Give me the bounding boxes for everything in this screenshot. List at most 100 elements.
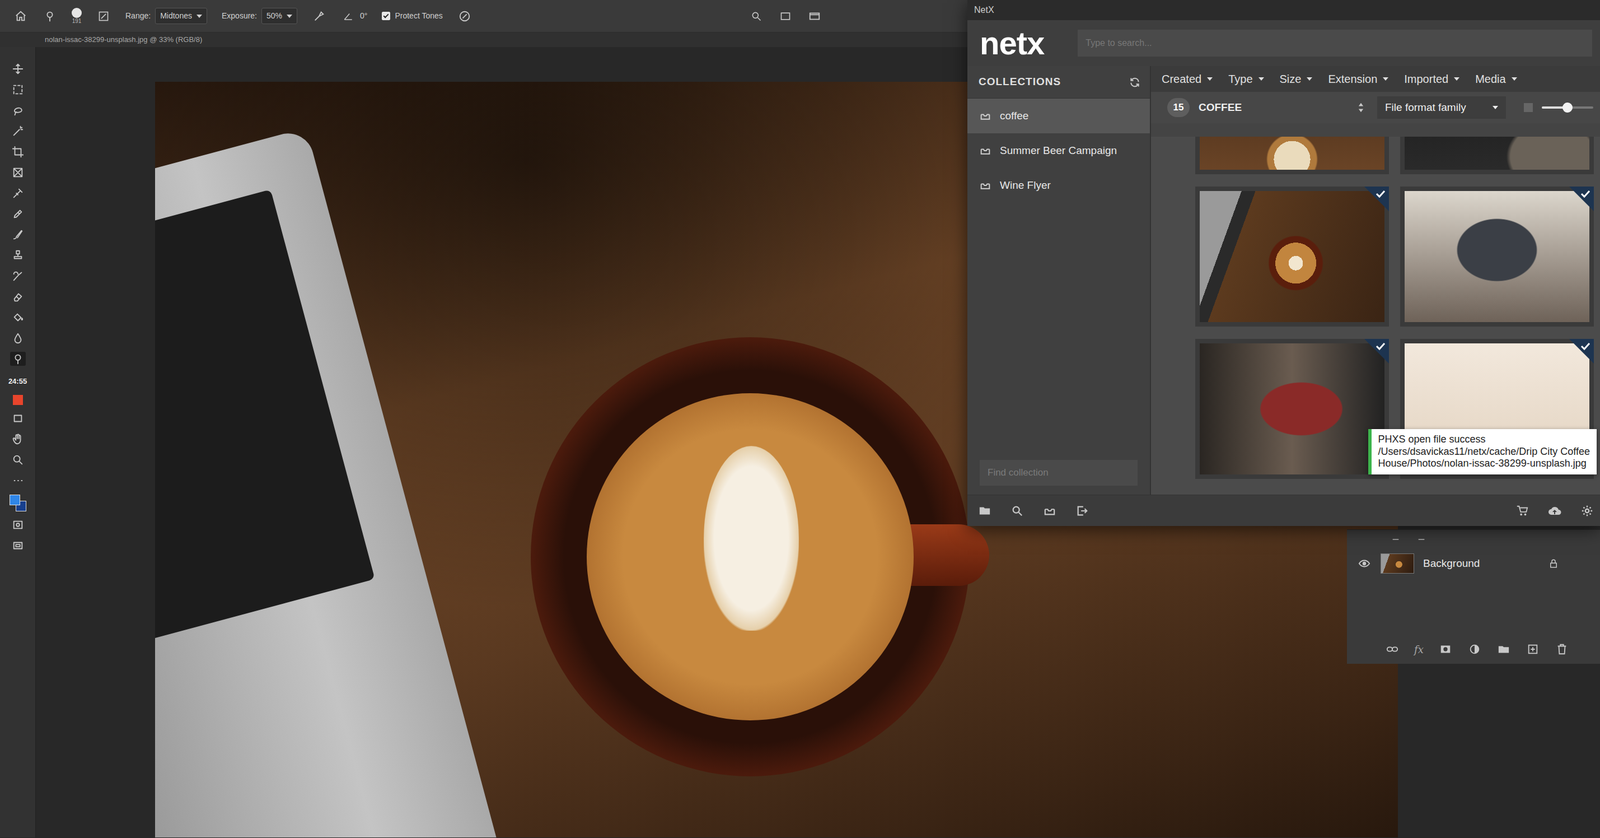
hand-tool-icon[interactable]	[10, 432, 26, 447]
filter-dropdown[interactable]: Imported	[1404, 70, 1460, 88]
filter-label: Size	[1279, 70, 1302, 88]
protect-tones-checkbox[interactable]	[381, 11, 391, 21]
rectangle-tool-icon[interactable]	[10, 411, 26, 426]
share-icon[interactable]	[807, 8, 822, 24]
filter-dropdown[interactable]: Size	[1279, 70, 1313, 88]
filter-dropdown[interactable]: Created	[1161, 70, 1213, 88]
asset-photo	[1199, 136, 1385, 170]
move-tool-icon[interactable]	[10, 61, 26, 76]
filter-dropdown[interactable]: Type	[1228, 70, 1264, 88]
sort-order-icon[interactable]	[1353, 100, 1369, 115]
home-icon[interactable]	[13, 8, 28, 24]
sort-value: File format family	[1385, 99, 1467, 116]
collection-item[interactable]: Wine Flyer	[967, 167, 1150, 203]
lock-icon[interactable]	[1546, 555, 1561, 571]
airbrush-icon[interactable]	[311, 8, 327, 24]
eraser-tool-icon[interactable]	[10, 289, 26, 304]
layer-option-icon[interactable]	[1388, 531, 1403, 547]
sort-dropdown[interactable]: File format family	[1377, 96, 1506, 120]
brush-preset[interactable]: 191	[71, 7, 82, 25]
group-folder-icon[interactable]	[1496, 641, 1511, 657]
filter-dropdown[interactable]: Extension	[1327, 70, 1389, 88]
search-field[interactable]	[1077, 29, 1593, 57]
tools-panel: 24:55	[0, 47, 36, 837]
filter-label: Imported	[1404, 70, 1449, 88]
search-icon[interactable]	[1009, 503, 1025, 518]
protect-tones-label[interactable]: Protect Tones	[394, 10, 443, 22]
asset-thumbnail[interactable]	[1400, 186, 1594, 327]
panel-title-text: NetX	[974, 5, 995, 15]
asset-thumbnail[interactable]	[1195, 186, 1389, 327]
color-swatches[interactable]	[9, 494, 27, 512]
caret-icon	[1453, 77, 1460, 81]
marquee-tool-icon[interactable]	[10, 82, 26, 97]
collection-item[interactable]: coffee	[967, 98, 1150, 134]
workspace-icon[interactable]	[778, 8, 793, 24]
folder-icon[interactable]	[977, 503, 993, 518]
mask-icon[interactable]	[1438, 641, 1453, 657]
dodge-tool-icon[interactable]	[10, 351, 26, 366]
collection-icon	[979, 110, 991, 121]
layer-row[interactable]: Background	[1346, 548, 1600, 578]
angle-value[interactable]: 0°	[359, 10, 368, 22]
asset-photo	[1404, 136, 1590, 170]
lasso-tool-icon[interactable]	[10, 103, 26, 118]
caret-icon	[1258, 77, 1265, 81]
healing-brush-icon[interactable]	[10, 206, 26, 221]
magic-wand-icon[interactable]	[10, 123, 26, 138]
dodge-tool-icon[interactable]	[42, 8, 58, 24]
export-icon[interactable]	[1074, 503, 1090, 518]
collection-name[interactable]: coffee	[999, 108, 1029, 125]
adjustment-icon[interactable]	[1467, 641, 1482, 657]
selected-check-icon[interactable]	[1364, 338, 1389, 364]
asset-thumbnail[interactable]	[1400, 136, 1594, 175]
search-icon[interactable]	[749, 8, 764, 24]
foreground-color[interactable]	[9, 494, 21, 505]
more-tools-icon[interactable]	[10, 473, 26, 488]
document-title[interactable]: nolan-issac-38299-unsplash.jpg @ 33% (RG…	[44, 35, 203, 44]
blur-tool-icon[interactable]	[10, 330, 26, 345]
trash-icon[interactable]	[1554, 641, 1570, 657]
layer-name[interactable]: Background	[1423, 555, 1538, 572]
brush-tool-icon[interactable]	[10, 227, 26, 242]
range-select[interactable]: Midtones	[155, 7, 208, 25]
thumb-size-fill[interactable]	[1541, 106, 1568, 109]
collection-icon[interactable]	[1042, 503, 1057, 518]
clone-stamp-icon[interactable]	[10, 248, 26, 263]
screen-mode-icon[interactable]	[10, 538, 26, 553]
eyedropper-icon[interactable]	[10, 185, 26, 200]
pressure-icon[interactable]	[457, 8, 472, 24]
crop-tool-icon[interactable]	[10, 144, 26, 159]
refresh-icon[interactable]	[1127, 75, 1143, 90]
find-collection-field[interactable]	[979, 459, 1138, 486]
history-brush-icon[interactable]	[10, 268, 26, 283]
collection-name[interactable]: Wine Flyer	[999, 177, 1051, 194]
filter-dropdown[interactable]: Media	[1475, 70, 1517, 88]
collection-name[interactable]: Summer Beer Campaign	[999, 142, 1117, 159]
asset-thumbnail[interactable]	[1195, 136, 1389, 175]
cart-icon[interactable]	[1514, 503, 1530, 518]
cloud-upload-icon[interactable]	[1547, 503, 1562, 518]
quick-mask-icon[interactable]	[10, 517, 26, 532]
tooltip-line: /Users/dsavickas11/netx/cache/Drip City …	[1378, 445, 1591, 458]
eye-icon[interactable]	[1357, 555, 1372, 571]
paint-bucket-icon[interactable]	[10, 310, 26, 325]
selected-check-icon[interactable]	[1569, 186, 1594, 212]
layer-style-button[interactable]: fx	[1414, 641, 1424, 657]
angle-field[interactable]: 0°	[340, 8, 368, 24]
collection-item[interactable]: Summer Beer Campaign	[967, 133, 1150, 168]
asset-thumbnail[interactable]	[1195, 338, 1389, 479]
new-layer-icon[interactable]	[1525, 641, 1541, 657]
frame-tool-icon[interactable]	[10, 165, 26, 180]
gear-icon[interactable]	[1579, 503, 1595, 518]
brush-size: 191	[72, 18, 82, 25]
zoom-tool-icon[interactable]	[10, 452, 26, 467]
result-count: 15	[1167, 97, 1190, 118]
selected-check-icon[interactable]	[1364, 186, 1389, 212]
exposure-field[interactable]: 50%	[261, 7, 298, 25]
layer-option-icon[interactable]	[1414, 531, 1429, 547]
selected-check-icon[interactable]	[1569, 338, 1594, 364]
link-layers-icon[interactable]	[1385, 641, 1400, 657]
thumb-size-slider[interactable]	[1541, 106, 1594, 109]
brush-settings-icon[interactable]	[96, 8, 111, 24]
